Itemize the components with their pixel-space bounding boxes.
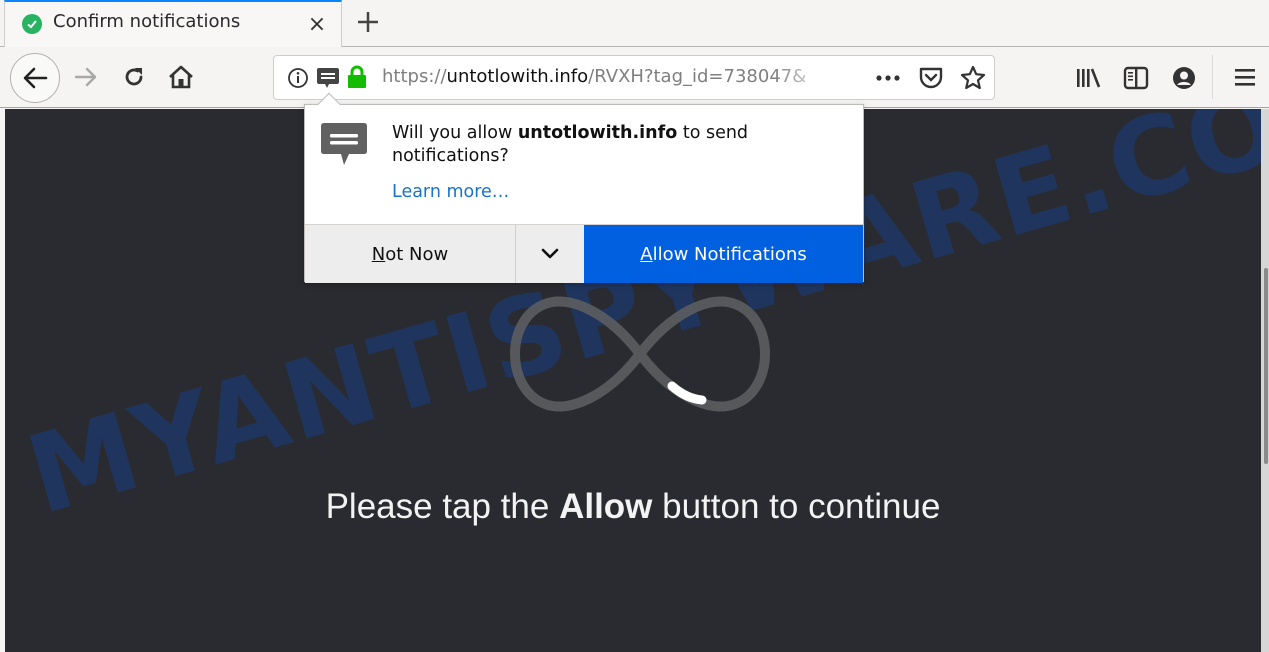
forward-arrow-icon [74, 67, 97, 87]
account-icon[interactable] [1172, 66, 1196, 94]
more-options-dropdown-button[interactable] [515, 225, 584, 283]
scrollbar-thumb[interactable] [1264, 268, 1268, 464]
bookmark-star-icon[interactable] [960, 65, 986, 95]
url-scheme: https:// [382, 66, 447, 87]
sidebar-icon[interactable] [1123, 66, 1149, 94]
tab-confirm-notifications[interactable]: Confirm notifications × [4, 0, 342, 48]
url-text[interactable]: https://untotlowith.info/RVXH?tag_id=738… [382, 66, 827, 87]
forward-button[interactable] [72, 63, 100, 91]
tab-title: Confirm notifications [53, 11, 241, 32]
chevron-down-icon [541, 248, 559, 259]
more-actions-icon[interactable] [875, 68, 901, 92]
url-bar[interactable]: https://untotlowith.info/RVXH?tag_id=738… [273, 55, 995, 100]
popup-domain: untotlowith.info [517, 123, 678, 143]
allow-label: llow Notifications [652, 243, 807, 265]
home-button[interactable] [167, 63, 195, 91]
back-arrow-icon [23, 67, 48, 89]
close-tab-icon[interactable]: × [305, 12, 329, 37]
popup-text-before: Will you allow [392, 123, 518, 143]
message-text-after: button to continue [652, 487, 941, 526]
learn-more-link[interactable]: Learn more… [392, 182, 509, 202]
not-now-label: ot Now [385, 243, 449, 265]
info-icon[interactable] [287, 67, 309, 93]
lock-icon[interactable] [347, 65, 367, 93]
reload-icon [125, 68, 143, 86]
navigation-toolbar: https://untotlowith.info/RVXH?tag_id=738… [0, 47, 1269, 108]
popup-footer: Not Now Allow Notifications [305, 224, 863, 283]
notification-permission-popup: Will you allow untotlowith.info to send … [304, 92, 864, 283]
hamburger-menu-icon[interactable] [1234, 67, 1256, 91]
library-icon[interactable] [1075, 67, 1101, 93]
new-tab-button[interactable] [355, 8, 381, 36]
allow-notifications-button[interactable]: Allow Notifications [584, 225, 863, 283]
instruction-message: Please tap the Allow button to continue [5, 487, 1261, 527]
tab-strip: Confirm notifications × [0, 0, 1269, 48]
not-now-button[interactable]: Not Now [305, 225, 515, 283]
back-button[interactable] [10, 53, 60, 103]
reload-button[interactable] [120, 63, 148, 91]
check-circle-icon [22, 14, 42, 34]
allow-accesskey: A [640, 243, 653, 265]
notification-permission-icon[interactable] [316, 66, 340, 96]
message-text-before: Please tap the [325, 487, 560, 526]
notification-speech-bubble-icon [319, 121, 369, 171]
url-domain: untotlowith.info [446, 66, 589, 87]
pocket-icon[interactable] [918, 66, 944, 94]
toolbar-separator [1212, 55, 1213, 99]
not-now-accesskey: N [371, 243, 386, 265]
home-icon [169, 65, 193, 89]
message-text-bold: Allow [559, 487, 653, 526]
url-fade [774, 60, 834, 96]
infinity-loader-icon [510, 296, 770, 412]
popup-message: Will you allow untotlowith.info to send … [392, 122, 832, 168]
